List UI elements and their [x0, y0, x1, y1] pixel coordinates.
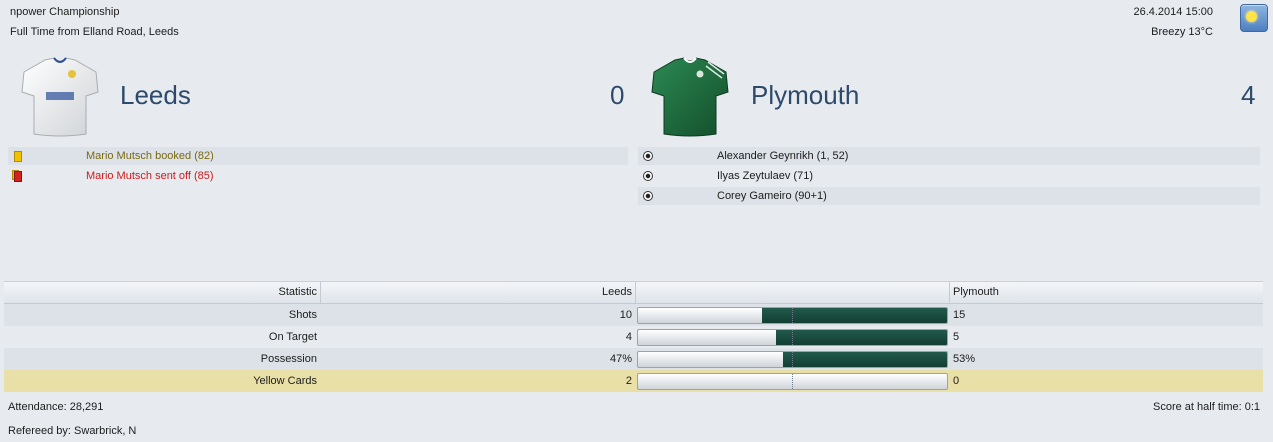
home-event-text[interactable]: Mario Mutsch sent off (85)	[86, 167, 214, 185]
attendance-text: Attendance: 28,291	[8, 401, 104, 413]
table-row-highlighted[interactable]: Yellow Cards 2 0	[4, 370, 1263, 392]
home-team-name[interactable]: Leeds	[120, 80, 191, 111]
table-row: Shots 10 15	[4, 304, 1263, 326]
column-divider	[635, 282, 636, 303]
stat-comparison-bar	[637, 307, 948, 324]
away-share-fill	[761, 308, 947, 323]
weather-text: Breezy 13°C	[1151, 26, 1213, 38]
column-divider	[320, 282, 321, 303]
home-value: 4	[625, 331, 632, 343]
table-row: Possession 47% 53%	[4, 348, 1263, 370]
away-event-text[interactable]: Corey Gameiro (90+1)	[717, 187, 827, 205]
away-team-name[interactable]: Plymouth	[751, 80, 859, 111]
away-event-text[interactable]: Ilyas Zeytulaev (71)	[717, 167, 813, 185]
away-share-fill	[783, 352, 947, 367]
bar-midpoint-marker	[792, 352, 793, 367]
bar-midpoint-marker	[792, 374, 793, 389]
away-event-row: Alexander Geynrikh (1, 52)	[638, 147, 1260, 165]
home-value: 47%	[609, 353, 632, 365]
stat-comparison-bar	[637, 373, 948, 390]
home-value: 10	[619, 309, 632, 321]
home-value: 2	[625, 375, 632, 387]
half-time-score: Score at half time: 0:1	[1153, 401, 1260, 413]
column-header-away[interactable]: Plymouth	[953, 282, 1253, 303]
table-row: On Target 4 5	[4, 326, 1263, 348]
competition-name[interactable]: npower Championship	[10, 6, 119, 18]
home-shirt-icon[interactable]	[18, 56, 102, 140]
football-icon	[643, 171, 653, 181]
home-score: 0	[610, 80, 625, 110]
away-score: 4	[1241, 80, 1256, 110]
stat-label: Shots	[288, 309, 317, 321]
stat-label: On Target	[268, 331, 317, 343]
football-icon	[643, 191, 653, 201]
bar-midpoint-marker	[792, 308, 793, 323]
red-card-icon	[12, 170, 22, 182]
column-header-statistic[interactable]: Statistic	[4, 282, 317, 303]
football-icon	[643, 151, 653, 161]
match-datetime: 26.4.2014 15:00	[1133, 6, 1213, 18]
stat-comparison-bar	[637, 351, 948, 368]
match-result-line: Full Time from Elland Road, Leeds	[10, 26, 179, 38]
away-shirt-icon[interactable]	[648, 56, 732, 140]
column-divider	[949, 282, 950, 303]
match-stats-table: Statistic Leeds Plymouth Shots 10 15 On …	[4, 281, 1263, 392]
stat-comparison-bar	[637, 329, 948, 346]
referee-text[interactable]: Refereed by: Swarbrick, N	[8, 425, 136, 437]
bar-midpoint-marker	[792, 330, 793, 345]
away-event-text[interactable]: Alexander Geynrikh (1, 52)	[717, 147, 848, 165]
stats-header-row: Statistic Leeds Plymouth	[4, 282, 1263, 304]
away-value: 53%	[953, 353, 976, 365]
sun-icon	[1240, 4, 1268, 32]
away-value: 15	[953, 309, 966, 321]
away-value: 5	[953, 331, 960, 343]
home-event-row: Mario Mutsch sent off (85)	[8, 167, 628, 185]
away-event-row: Corey Gameiro (90+1)	[638, 187, 1260, 205]
home-event-row: Mario Mutsch booked (82)	[8, 147, 628, 165]
stat-label: Possession	[260, 353, 317, 365]
stat-label: Yellow Cards	[253, 375, 317, 387]
yellow-card-icon	[14, 151, 22, 162]
away-share-fill	[775, 330, 947, 345]
column-header-home[interactable]: Leeds	[322, 282, 632, 303]
away-event-row: Ilyas Zeytulaev (71)	[638, 167, 1260, 185]
home-event-text[interactable]: Mario Mutsch booked (82)	[86, 147, 214, 165]
away-value: 0	[953, 375, 960, 387]
